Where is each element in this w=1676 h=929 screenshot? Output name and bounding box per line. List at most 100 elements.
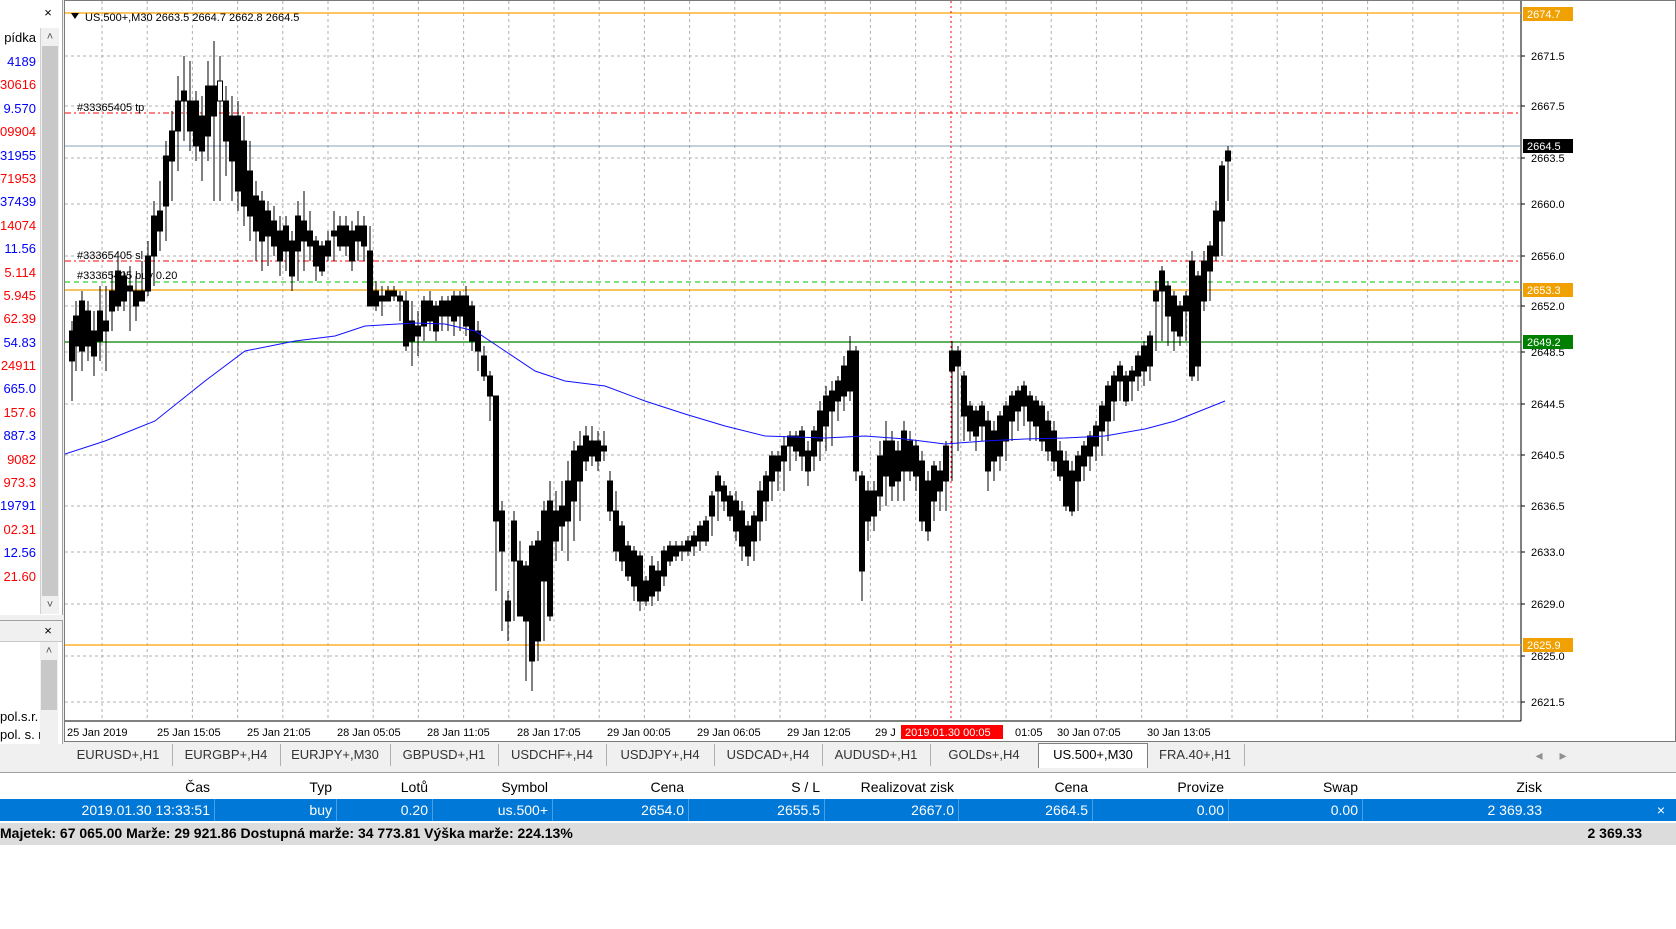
candle-body xyxy=(895,450,901,482)
candle-body xyxy=(1075,455,1081,482)
market-watch-price[interactable]: 12.56 xyxy=(0,541,36,564)
market-watch-column-header[interactable]: pídka xyxy=(0,28,36,48)
scroll-thumb[interactable] xyxy=(41,660,57,710)
market-watch-price[interactable]: 14074 xyxy=(0,214,36,237)
column-header[interactable]: S / L xyxy=(688,777,820,797)
price-tick-label: 2621.5 xyxy=(1531,697,1565,709)
candle-body xyxy=(271,220,277,247)
column-header[interactable]: Provize xyxy=(1092,777,1224,797)
market-watch-price[interactable]: 9082 xyxy=(0,448,36,471)
account-summary: Majetek: 67 065.00 Marže: 29 921.86 Dost… xyxy=(0,825,573,841)
candle-body xyxy=(1087,435,1093,457)
column-header[interactable]: Swap xyxy=(1228,777,1358,797)
time-axis-label: 29 Jan 00:05 xyxy=(607,727,671,739)
market-watch-price[interactable]: 665.0 xyxy=(0,377,36,400)
candle-body xyxy=(985,420,991,472)
candle-body xyxy=(343,225,349,247)
candle-body xyxy=(901,430,907,472)
tab-usdcad-h4[interactable]: USDCAD+,H4 xyxy=(714,744,823,766)
column-header[interactable]: Typ xyxy=(214,777,332,797)
market-watch-price[interactable]: 37439 xyxy=(0,190,36,213)
market-watch-price[interactable]: 30616 xyxy=(0,73,36,96)
market-watch-panel: × pídka 4189 30616 9.570 09904 31955 71953 374… xyxy=(0,0,63,615)
market-watch-price[interactable]: 71953 xyxy=(0,167,36,190)
navigator-close-button[interactable]: × xyxy=(40,623,56,639)
scroll-thumb[interactable] xyxy=(42,46,58,596)
candle-body xyxy=(451,295,457,322)
candle-body xyxy=(673,545,679,557)
tab-usdchf-h4[interactable]: USDCHF+,H4 xyxy=(498,744,607,766)
candle-body xyxy=(199,115,205,152)
candle-body xyxy=(1159,270,1165,292)
candle-body xyxy=(355,225,361,242)
position-cell: 0.20 xyxy=(400,802,428,818)
candle-body xyxy=(973,410,979,437)
tab-eurgbp-h4[interactable]: EURGBP+,H4 xyxy=(172,744,281,766)
navigator-item[interactable]: pol. s. r. xyxy=(0,727,46,742)
tab-eurjpy-m30[interactable]: EURJPY+,M30 xyxy=(280,744,391,766)
candle-body xyxy=(919,460,925,522)
chart-canvas[interactable]: 2671.52667.52663.52660.02656.02652.02648… xyxy=(65,1,1676,743)
tab-audusd-h1[interactable]: AUDUSD+,H1 xyxy=(822,744,931,766)
market-watch-price[interactable]: 31955 xyxy=(0,144,36,167)
scroll-down-icon[interactable]: ˅ xyxy=(41,596,59,614)
candle-body xyxy=(1201,260,1207,302)
candle-body xyxy=(733,500,739,532)
column-header[interactable]: Symbol xyxy=(432,777,548,797)
price-tick-label: 2633.0 xyxy=(1531,547,1565,559)
column-header[interactable]: Cena xyxy=(552,777,684,797)
tab-scroll-right-icon[interactable]: ▸ xyxy=(1554,746,1572,764)
candle-body xyxy=(721,485,727,502)
market-watch-price[interactable]: 9.570 xyxy=(0,97,36,120)
market-watch-price[interactable]: 4189 xyxy=(0,50,36,73)
market-watch-price[interactable]: 02.31 xyxy=(0,518,36,541)
market-watch-price[interactable]: 62.39 xyxy=(0,307,36,330)
candle-body xyxy=(601,445,607,452)
market-watch-close-button[interactable]: × xyxy=(40,5,56,21)
scroll-up-icon[interactable]: ˄ xyxy=(41,28,59,46)
candle-body xyxy=(685,540,691,552)
market-watch-price[interactable]: 5.114 xyxy=(0,261,36,284)
price-chart[interactable]: 2671.5 2667.5 2663.5 2660.0 2656.0 2652.0 2648… xyxy=(64,0,1676,742)
column-header[interactable]: Čas xyxy=(0,777,210,797)
market-watch-price[interactable]: 24911 xyxy=(0,354,36,377)
candle-body xyxy=(841,365,847,397)
tab-usdjpy-h4[interactable]: USDJPY+,H4 xyxy=(606,744,715,766)
position-row[interactable]: 2019.01.30 13:33:51 buy 0.20 us.500+ 2654.0 2… xyxy=(0,799,1676,821)
tab-us-500-m30[interactable]: US.500+,M30 xyxy=(1038,743,1148,768)
candle-body xyxy=(469,305,475,342)
market-watch-price[interactable]: 5.945 xyxy=(0,284,36,307)
candle-body xyxy=(511,520,517,562)
market-watch-price[interactable]: 54.83 xyxy=(0,331,36,354)
tab-gbpusd-h1[interactable]: GBPUSD+,H1 xyxy=(390,744,499,766)
candle-body xyxy=(1141,345,1147,372)
column-header[interactable]: Zisk xyxy=(1362,777,1542,797)
market-watch-price[interactable]: 19791 xyxy=(0,494,36,517)
market-watch-scrollbar[interactable]: ˄ ˅ xyxy=(40,28,59,614)
market-watch-price[interactable]: 11.56 xyxy=(0,237,36,260)
market-watch-price[interactable]: 21.60 xyxy=(0,565,36,588)
candle-body xyxy=(193,100,199,147)
candle-body xyxy=(97,310,103,342)
scroll-up-icon[interactable]: ˄ xyxy=(40,642,58,660)
navigator-item[interactable]: pol.s.r. xyxy=(0,709,38,724)
candle-body xyxy=(1099,405,1105,432)
candle-body xyxy=(1057,450,1063,477)
chart-menu-icon[interactable] xyxy=(71,13,79,19)
tab-fra-40-h1[interactable]: FRA.40+,H1 xyxy=(1146,744,1245,766)
tab-scroll-left-icon[interactable]: ◂ xyxy=(1530,746,1548,764)
tab-eurusd-h1[interactable]: EURUSD+,H1 xyxy=(64,744,173,766)
candle-body xyxy=(1081,445,1087,467)
close-position-icon[interactable]: × xyxy=(1652,801,1670,819)
market-watch-price[interactable]: 973.3 xyxy=(0,471,36,494)
market-watch-price[interactable]: 09904 xyxy=(0,120,36,143)
column-header[interactable]: Lotů xyxy=(336,777,428,797)
column-header[interactable]: Realizovat zisk xyxy=(824,777,954,797)
candle-body xyxy=(925,480,931,532)
market-watch-price[interactable]: 887.3 xyxy=(0,424,36,447)
navigator-scrollbar[interactable]: ˄ xyxy=(40,642,58,744)
market-watch-price[interactable]: 157.6 xyxy=(0,401,36,424)
candle-body xyxy=(307,230,313,247)
tab-golds-h4[interactable]: GOLDs+,H4 xyxy=(930,744,1039,766)
column-header[interactable]: Cena xyxy=(958,777,1088,797)
